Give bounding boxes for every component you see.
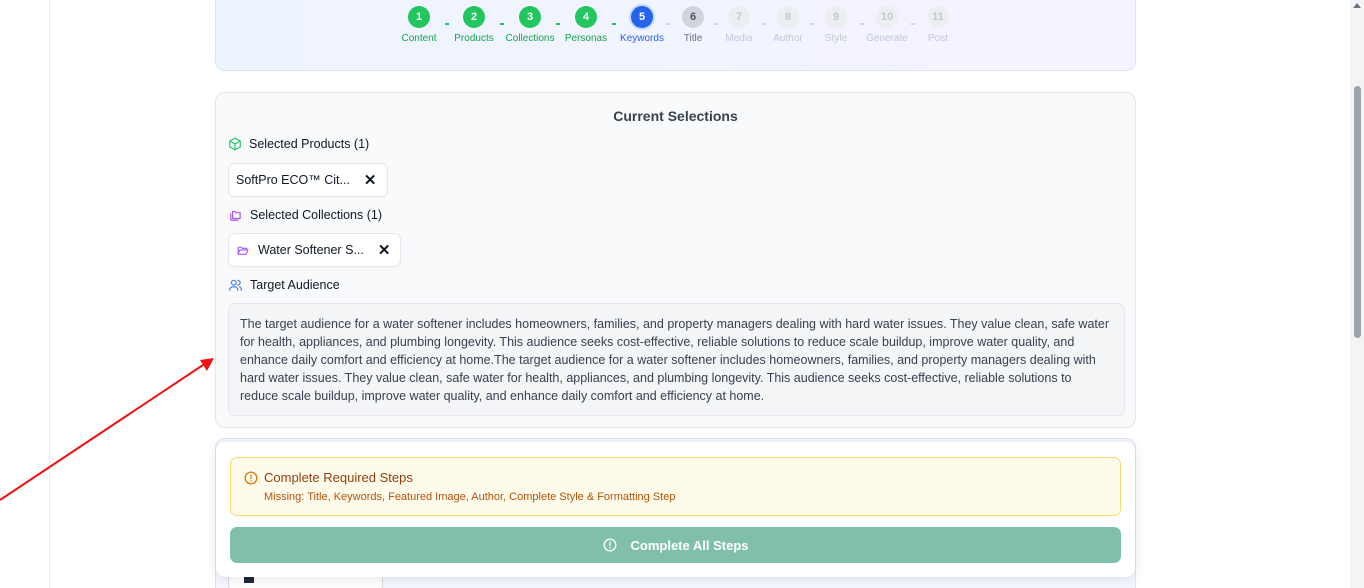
folders-icon (230, 210, 241, 221)
scrollbar-thumb[interactable] (1354, 86, 1361, 338)
warning-title: Complete Required Steps (264, 470, 413, 485)
step-number-badge: 10 (876, 6, 898, 28)
product-chip: SoftPro ECO™ Cit... ✕ (228, 163, 388, 197)
folder-open-icon (237, 246, 249, 255)
remove-collection-button[interactable]: ✕ (378, 243, 391, 258)
step-number-badge: 4 (575, 6, 597, 28)
step-number-badge: 5 (631, 6, 653, 28)
collection-chip-label: Water Softener S... (258, 243, 364, 257)
step-number-badge: 3 (519, 6, 541, 28)
current-selections-panel: Current Selections Selected Products (1)… (215, 92, 1136, 428)
alert-circle-icon (603, 538, 616, 552)
package-icon (229, 137, 241, 151)
selections-title: Current Selections (613, 108, 738, 124)
step-label: Post (927, 33, 948, 44)
step-number-badge: 6 (682, 6, 704, 28)
complete-all-steps-label: Complete All Steps (630, 537, 749, 553)
selected-collections-label: Selected Collections (1) (250, 208, 383, 222)
scroll-up-arrow-icon[interactable] (1353, 3, 1361, 8)
target-audience-text[interactable]: The target audience for a water softener… (228, 303, 1125, 416)
required-steps-warning: Complete Required Steps Missing: Title, … (230, 457, 1121, 516)
step-post[interactable]: 11 Post (903, 6, 973, 44)
selected-products-label: Selected Products (1) (249, 137, 370, 151)
step-number-badge: 9 (825, 6, 847, 28)
users-icon (229, 279, 242, 291)
completion-panel: Complete Required Steps Missing: Title, … (216, 442, 1135, 577)
vertical-scrollbar[interactable] (1350, 0, 1364, 588)
step-number-badge: 1 (408, 6, 430, 28)
warning-missing-list: Missing: Title, Keywords, Featured Image… (264, 491, 676, 503)
selected-collections-heading: Selected Collections (1) (228, 208, 382, 222)
step-number-badge: 8 (777, 6, 799, 28)
target-audience-label: Target Audience (250, 278, 340, 292)
remove-product-button[interactable]: ✕ (364, 173, 377, 188)
product-chip-label: SoftPro ECO™ Cit... (236, 173, 350, 187)
progress-stepper: 1 Content 2 Products 3 Collections 4 Personas 5 K… (215, 0, 1136, 71)
step-number-badge: 7 (728, 6, 750, 28)
collection-chip: Water Softener S... ✕ (228, 233, 402, 267)
step-number-badge: 2 (463, 6, 485, 28)
step-number-badge: 11 (927, 6, 949, 28)
target-audience-heading: Target Audience (228, 278, 340, 292)
alert-circle-icon (244, 471, 258, 485)
complete-all-steps-button[interactable]: Complete All Steps (230, 527, 1121, 563)
step-list: 1 Content 2 Products 3 Collections 4 Personas 5 K… (216, 6, 1135, 46)
selected-products-heading: Selected Products (1) (228, 137, 369, 151)
